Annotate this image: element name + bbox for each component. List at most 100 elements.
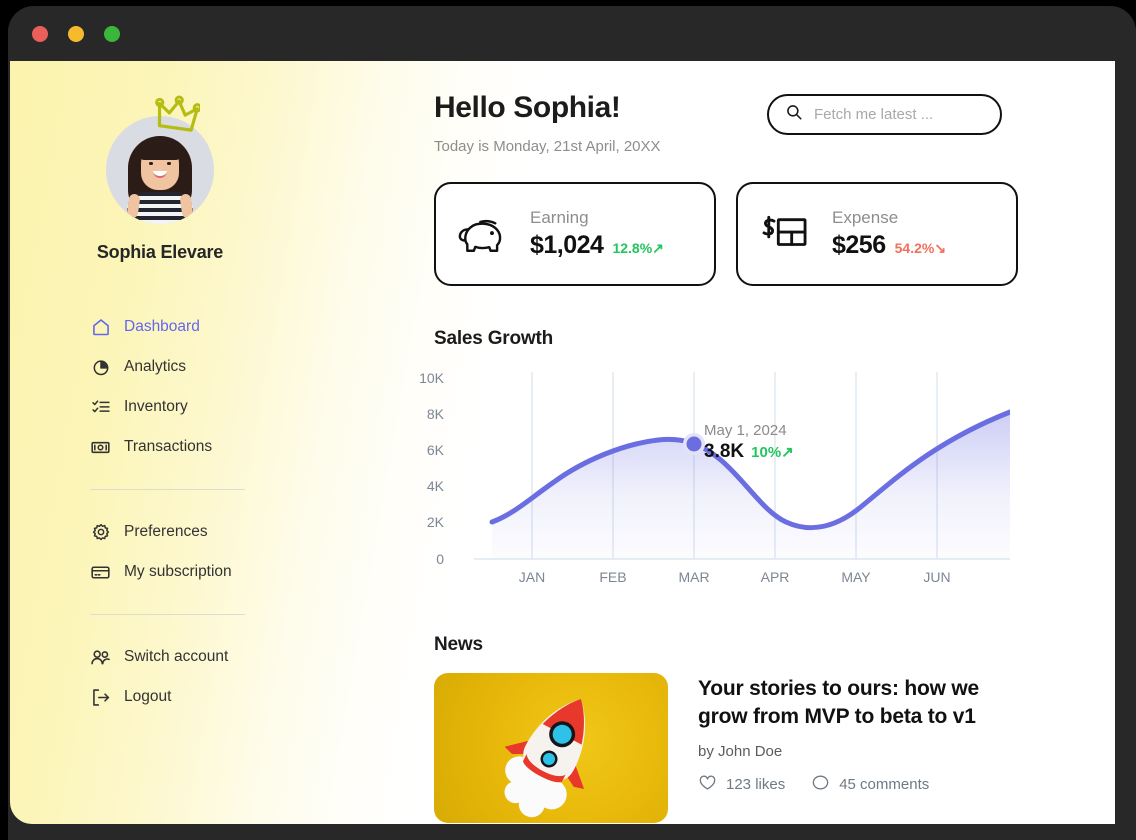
chart-canvas [474, 372, 1010, 560]
page-title: Hello Sophia! [434, 91, 621, 124]
y-axis-tick: 0 [436, 551, 444, 567]
x-axis-tick: APR [760, 569, 790, 585]
y-axis-tick: 6K [426, 442, 444, 458]
sidebar-item-preferences[interactable]: Preferences [90, 512, 310, 552]
profile-name: Sophia Elevare [96, 242, 224, 262]
sidebar-item-my-subscription[interactable]: My subscription [90, 552, 310, 592]
x-axis-tick: JUN [923, 569, 951, 585]
sidebar-item-logout[interactable]: Logout [90, 677, 310, 717]
date-line: Today is Monday, 21st April, 20XX [434, 138, 661, 155]
stat-label: Earning [530, 207, 589, 227]
banknote-icon [90, 437, 111, 458]
sidebar: Sophia Elevare Dashboard Analytics Inven… [10, 61, 310, 824]
stat-value-row: $1,024 12.8%↗ [530, 231, 664, 260]
sidebar-item-label: Preferences [124, 523, 208, 540]
comment-icon [811, 773, 830, 796]
section-title-news: News [434, 634, 483, 655]
sidebar-item-label: Analytics [124, 358, 187, 375]
stat-delta-value: 54.2% [894, 240, 935, 257]
piggy-bank-icon [458, 213, 512, 255]
news-likes[interactable]: 123 likes [698, 773, 785, 796]
chart-highlight-point [686, 436, 702, 452]
nav-group-settings: Preferences My subscription [90, 512, 310, 592]
header-row: Hello Sophia! Today is Monday, 21st Apri… [434, 91, 1002, 155]
stat-label: Expense [832, 207, 899, 227]
stat-delta-value: 12.8% [612, 240, 653, 257]
zoom-button[interactable] [104, 26, 120, 42]
pie-chart-icon [90, 357, 111, 378]
traffic-light-group [32, 26, 120, 42]
home-icon [90, 317, 111, 338]
search-box[interactable] [767, 94, 1002, 135]
news-author: by John Doe [698, 743, 783, 761]
stat-value-row: $256 54.2%↘ [832, 231, 946, 260]
sales-growth-section: Sales Growth 10K 8K 6K 4K 2K 0 JAN FEB M… [419, 328, 1115, 594]
trend-up-icon: ↗ [652, 240, 664, 257]
section-title-sales-growth: Sales Growth [434, 328, 554, 349]
heart-icon [698, 773, 717, 796]
gear-icon [90, 522, 111, 543]
close-button[interactable] [32, 26, 48, 42]
checklist-icon [90, 397, 111, 418]
news-section: News Your stories to ours: how we grow f… [434, 634, 1115, 823]
profile-avatar-wrap [106, 95, 214, 224]
news-comments-label: 45 comments [839, 776, 930, 794]
y-axis-tick: 8K [426, 406, 444, 422]
trend-down-icon: ↘ [934, 240, 947, 257]
news-meta-row: 123 likes 45 comments [698, 773, 998, 796]
stat-value: $1,024 [530, 231, 604, 260]
sidebar-item-label: Dashboard [124, 318, 200, 335]
app-window: Sophia Elevare Dashboard Analytics Inven… [8, 6, 1136, 840]
sidebar-divider [90, 614, 245, 615]
x-axis-tick: FEB [599, 569, 627, 585]
window-titlebar [8, 6, 1136, 61]
news-body: Your stories to ours: how we grow from M… [698, 673, 998, 823]
main-panel: Hello Sophia! Today is Monday, 21st Apri… [310, 61, 1115, 824]
sidebar-item-label: Transactions [124, 438, 213, 455]
invoice-icon [760, 213, 814, 255]
sidebar-item-label: Switch account [124, 648, 229, 665]
sidebar-item-label: My subscription [124, 563, 232, 580]
search-input[interactable] [814, 106, 984, 123]
nav-group-account: Switch account Logout [90, 637, 310, 717]
x-axis-tick: JAN [518, 569, 546, 585]
stat-value: $256 [832, 231, 886, 260]
sidebar-item-analytics[interactable]: Analytics [90, 347, 310, 387]
sidebar-item-inventory[interactable]: Inventory [90, 387, 310, 427]
minimize-button[interactable] [68, 26, 84, 42]
sidebar-item-switch-account[interactable]: Switch account [90, 637, 310, 677]
sidebar-divider [90, 489, 245, 490]
y-axis-tick: 10K [419, 370, 444, 386]
rocket-illustration [504, 698, 586, 818]
news-comments[interactable]: 45 comments [811, 773, 929, 796]
app-content: Sophia Elevare Dashboard Analytics Inven… [10, 61, 1115, 824]
news-likes-label: 123 likes [726, 776, 786, 794]
stat-card-group: Earning $1,024 12.8%↗ Expense $256 54.2%… [434, 182, 1115, 286]
nav-group-primary: Dashboard Analytics Inventory Transactio… [90, 307, 310, 467]
sidebar-item-transactions[interactable]: Transactions [90, 427, 310, 467]
sidebar-item-label: Inventory [124, 398, 188, 415]
x-axis-tick: MAY [841, 569, 871, 585]
sidebar-item-dashboard[interactable]: Dashboard [90, 307, 310, 347]
news-title[interactable]: Your stories to ours: how we grow from M… [698, 675, 998, 730]
y-axis-tick: 4K [426, 478, 444, 494]
chart-area-fill [492, 412, 1010, 559]
stat-text-block: Expense $256 54.2%↘ [832, 208, 946, 260]
greeting-block: Hello Sophia! Today is Monday, 21st Apri… [434, 91, 661, 155]
stat-card-expense[interactable]: Expense $256 54.2%↘ [736, 182, 1018, 286]
stat-delta: 12.8%↗ [612, 240, 663, 257]
sidebar-nav: Dashboard Analytics Inventory Transactio… [10, 307, 310, 717]
stat-text-block: Earning $1,024 12.8%↗ [530, 208, 664, 260]
credit-card-icon [90, 562, 111, 583]
news-card[interactable]: Your stories to ours: how we grow from M… [434, 673, 1115, 823]
x-axis-tick: MAR [678, 569, 710, 585]
crown-icon [155, 95, 200, 132]
users-icon [90, 647, 111, 668]
y-axis-tick: 2K [426, 514, 444, 530]
stat-delta: 54.2%↘ [895, 240, 946, 257]
sales-growth-chart[interactable]: 10K 8K 6K 4K 2K 0 JAN FEB MAR APR MAY JU… [419, 364, 1010, 594]
news-thumbnail[interactable] [434, 673, 668, 823]
search-icon [785, 103, 803, 126]
sidebar-item-label: Logout [124, 688, 172, 705]
stat-card-earning[interactable]: Earning $1,024 12.8%↗ [434, 182, 716, 286]
